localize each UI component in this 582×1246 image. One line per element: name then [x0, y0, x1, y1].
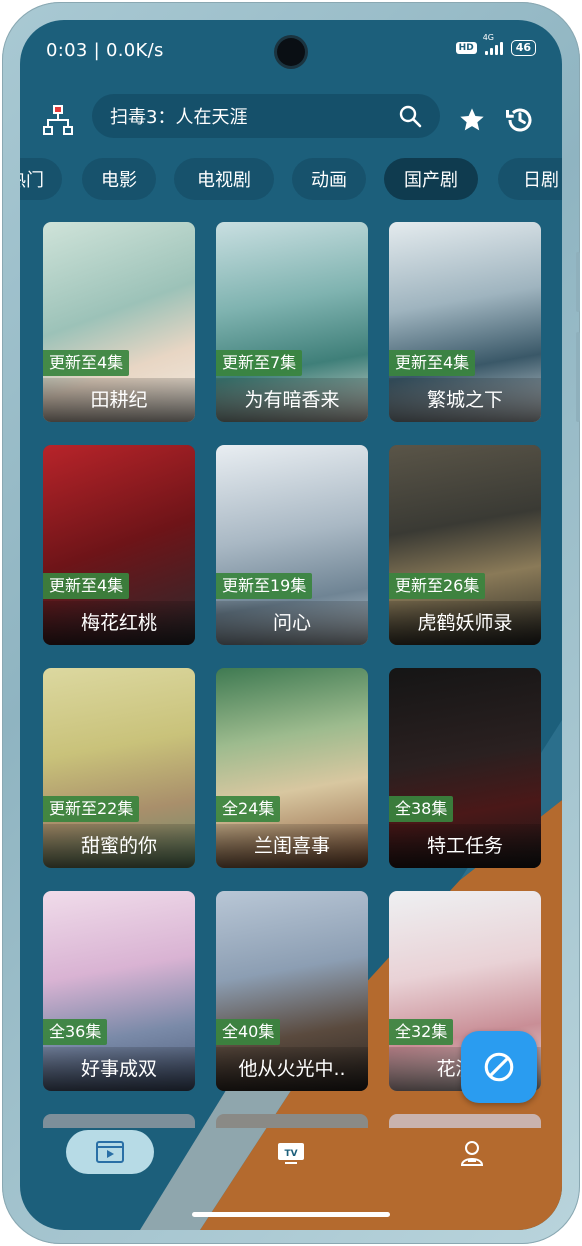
block-icon: [484, 1052, 514, 1082]
history-button[interactable]: [502, 102, 538, 138]
show-title: 兰闺喜事: [216, 824, 368, 868]
show-title: 田耕纪: [43, 378, 195, 422]
episode-badge: 更新至22集: [43, 796, 140, 822]
tab-domestic-drama[interactable]: 国产剧: [384, 158, 478, 200]
search-text: 扫毒3：人在天涯: [110, 107, 248, 128]
show-title: 虎鹤妖师录: [389, 601, 541, 645]
show-card[interactable]: 全38集 特工任务: [389, 668, 541, 868]
status-time: 0:03 | 0.0K/s: [46, 40, 164, 61]
episode-badge: 更新至4集: [43, 573, 130, 599]
front-camera: [277, 38, 305, 66]
show-card[interactable]: 更新至19集 问心: [216, 445, 368, 645]
bottom-nav: TV: [20, 1110, 562, 1230]
category-tabs: 热门 电影 电视剧 动画 国产剧 日剧: [20, 156, 562, 202]
tab-label: 热门: [20, 170, 44, 191]
episode-badge: 更新至26集: [389, 573, 486, 599]
screen: 0:03 | 0.0K/s HD 4G 46 扫毒3：人在天涯 门 电影 电视剧…: [20, 20, 562, 1230]
episode-badge: 全32集: [389, 1019, 454, 1045]
episode-badge: 更新至4集: [389, 350, 476, 376]
tab-label: 日剧: [523, 170, 559, 191]
tv-label: TV: [284, 1149, 297, 1159]
show-title: 特工任务: [389, 824, 541, 868]
favorites-button[interactable]: [454, 102, 490, 138]
show-title: 好事成双: [43, 1047, 195, 1091]
status-bar: 0:03 | 0.0K/s HD 4G 46: [20, 20, 562, 82]
show-title: 繁城之下: [389, 378, 541, 422]
show-title: 问心: [216, 601, 368, 645]
tab-label: 动画: [311, 170, 347, 191]
episode-badge: 更新至19集: [216, 573, 313, 599]
show-title: 他从火光中..: [216, 1047, 368, 1091]
nav-tv-tab[interactable]: TV: [273, 1136, 309, 1170]
volume-button: [576, 252, 580, 312]
episode-badge: 全24集: [216, 796, 281, 822]
show-title: 梅花红桃: [43, 601, 195, 645]
block-fab-button[interactable]: [461, 1031, 537, 1103]
sitemap-icon: [43, 105, 73, 135]
search-bar[interactable]: 扫毒3：人在天涯: [92, 94, 440, 138]
show-card[interactable]: 更新至4集 田耕纪: [43, 222, 195, 422]
source-tree-button[interactable]: [40, 102, 76, 138]
tab-movies[interactable]: 电影: [82, 158, 156, 200]
show-title: 甜蜜的你: [43, 824, 195, 868]
status-icons: HD 4G 46: [455, 33, 536, 56]
user-icon: [460, 1141, 484, 1166]
episode-badge: 更新至4集: [43, 350, 130, 376]
episode-badge: 全38集: [389, 796, 454, 822]
star-icon: [460, 108, 484, 131]
tab-label: 电影: [101, 170, 137, 191]
network-type: 4G: [482, 33, 494, 42]
video-icon: [96, 1141, 124, 1163]
show-card[interactable]: 更新至7集 为有暗香来: [216, 222, 368, 422]
phone-frame: 0:03 | 0.0K/s HD 4G 46 扫毒3：人在天涯 门 电影 电视剧…: [2, 2, 580, 1244]
battery-icon: 46: [510, 40, 536, 56]
hd-icon: HD: [455, 42, 477, 54]
tab-japanese-drama[interactable]: 日剧: [498, 158, 562, 200]
history-icon: [506, 108, 532, 132]
power-button: [576, 332, 580, 422]
episode-badge: 更新至7集: [216, 350, 303, 376]
signal-icon: 4G: [483, 33, 503, 55]
show-card[interactable]: 更新至4集 繁城之下: [389, 222, 541, 422]
tab-label: 电视剧: [197, 170, 251, 191]
episode-badge: 全40集: [216, 1019, 281, 1045]
show-card[interactable]: 全40集 他从火光中..: [216, 891, 368, 1091]
show-title: 为有暗香来: [216, 378, 368, 422]
tab-animation[interactable]: 动画: [292, 158, 366, 200]
show-card[interactable]: 全36集 好事成双: [43, 891, 195, 1091]
nav-video-tab[interactable]: [66, 1130, 154, 1174]
show-card[interactable]: 更新至4集 梅花红桃: [43, 445, 195, 645]
home-indicator[interactable]: [192, 1212, 390, 1217]
show-card[interactable]: 更新至22集 甜蜜的你: [43, 668, 195, 868]
search-icon[interactable]: [398, 104, 422, 128]
tab-label: 国产剧: [404, 170, 458, 191]
tab-tv-series[interactable]: 电视剧: [174, 158, 274, 200]
tv-icon: TV: [278, 1143, 304, 1164]
show-card[interactable]: 全24集 兰闺喜事: [216, 668, 368, 868]
top-bar: 扫毒3：人在天涯: [20, 94, 562, 150]
nav-profile-tab[interactable]: [454, 1136, 490, 1170]
battery-level: 46: [515, 41, 531, 54]
tab-hot[interactable]: 热门: [20, 158, 62, 200]
episode-badge: 全36集: [43, 1019, 108, 1045]
show-card[interactable]: 更新至26集 虎鹤妖师录: [389, 445, 541, 645]
